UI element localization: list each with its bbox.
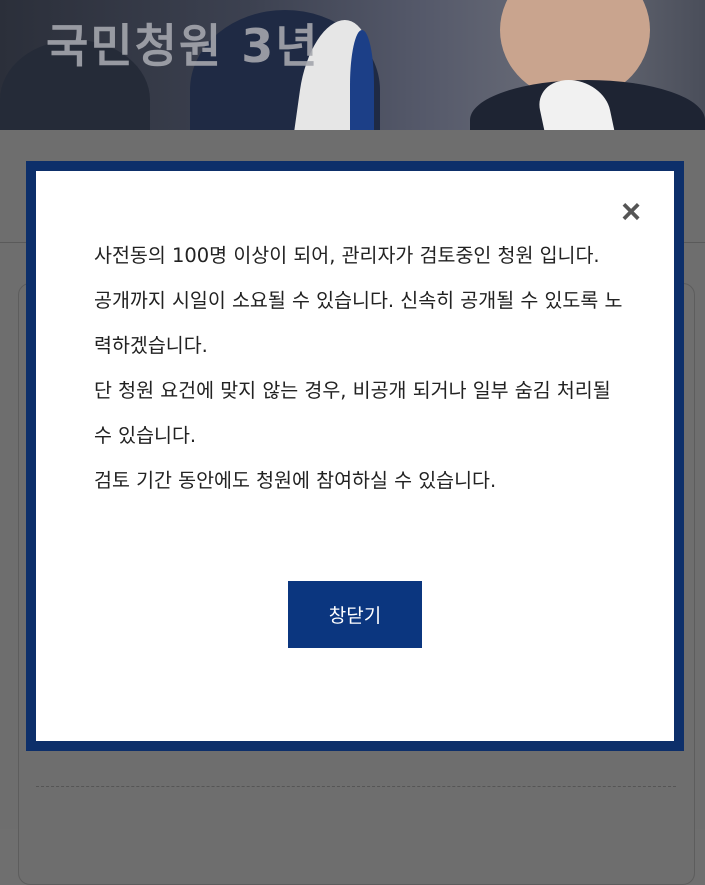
message-paragraph: 단 청원 요건에 맞지 않는 경우, 비공개 되거나 일부 숨김 처리될 수 있… (94, 379, 611, 447)
modal-message: 사전동의 100명 이상이 되어, 관리자가 검토중인 청원 입니다. 공개까지… (94, 233, 624, 503)
review-notice-modal: × 사전동의 100명 이상이 되어, 관리자가 검토중인 청원 입니다. 공개… (36, 171, 674, 741)
message-paragraph: 사전동의 100명 이상이 되어, 관리자가 검토중인 청원 입니다. (94, 244, 600, 267)
close-icon: × (621, 193, 641, 231)
hero-title: 국민청원 3년 (46, 19, 320, 73)
close-button[interactable]: × (614, 195, 648, 229)
dashed-divider (36, 786, 676, 787)
modal-frame: × 사전동의 100명 이상이 되어, 관리자가 검토중인 청원 입니다. 공개… (26, 161, 684, 751)
message-paragraph: 검토 기간 동안에도 청원에 참여하실 수 있습니다. (94, 469, 497, 492)
message-paragraph: 공개까지 시일이 소요될 수 있습니다. 신속히 공개될 수 있도록 노력하겠습… (94, 289, 623, 357)
close-window-button[interactable]: 창닫기 (288, 581, 422, 648)
hero-photo-shape (350, 30, 374, 130)
hero-banner: 국민청원 3년 (0, 0, 705, 130)
